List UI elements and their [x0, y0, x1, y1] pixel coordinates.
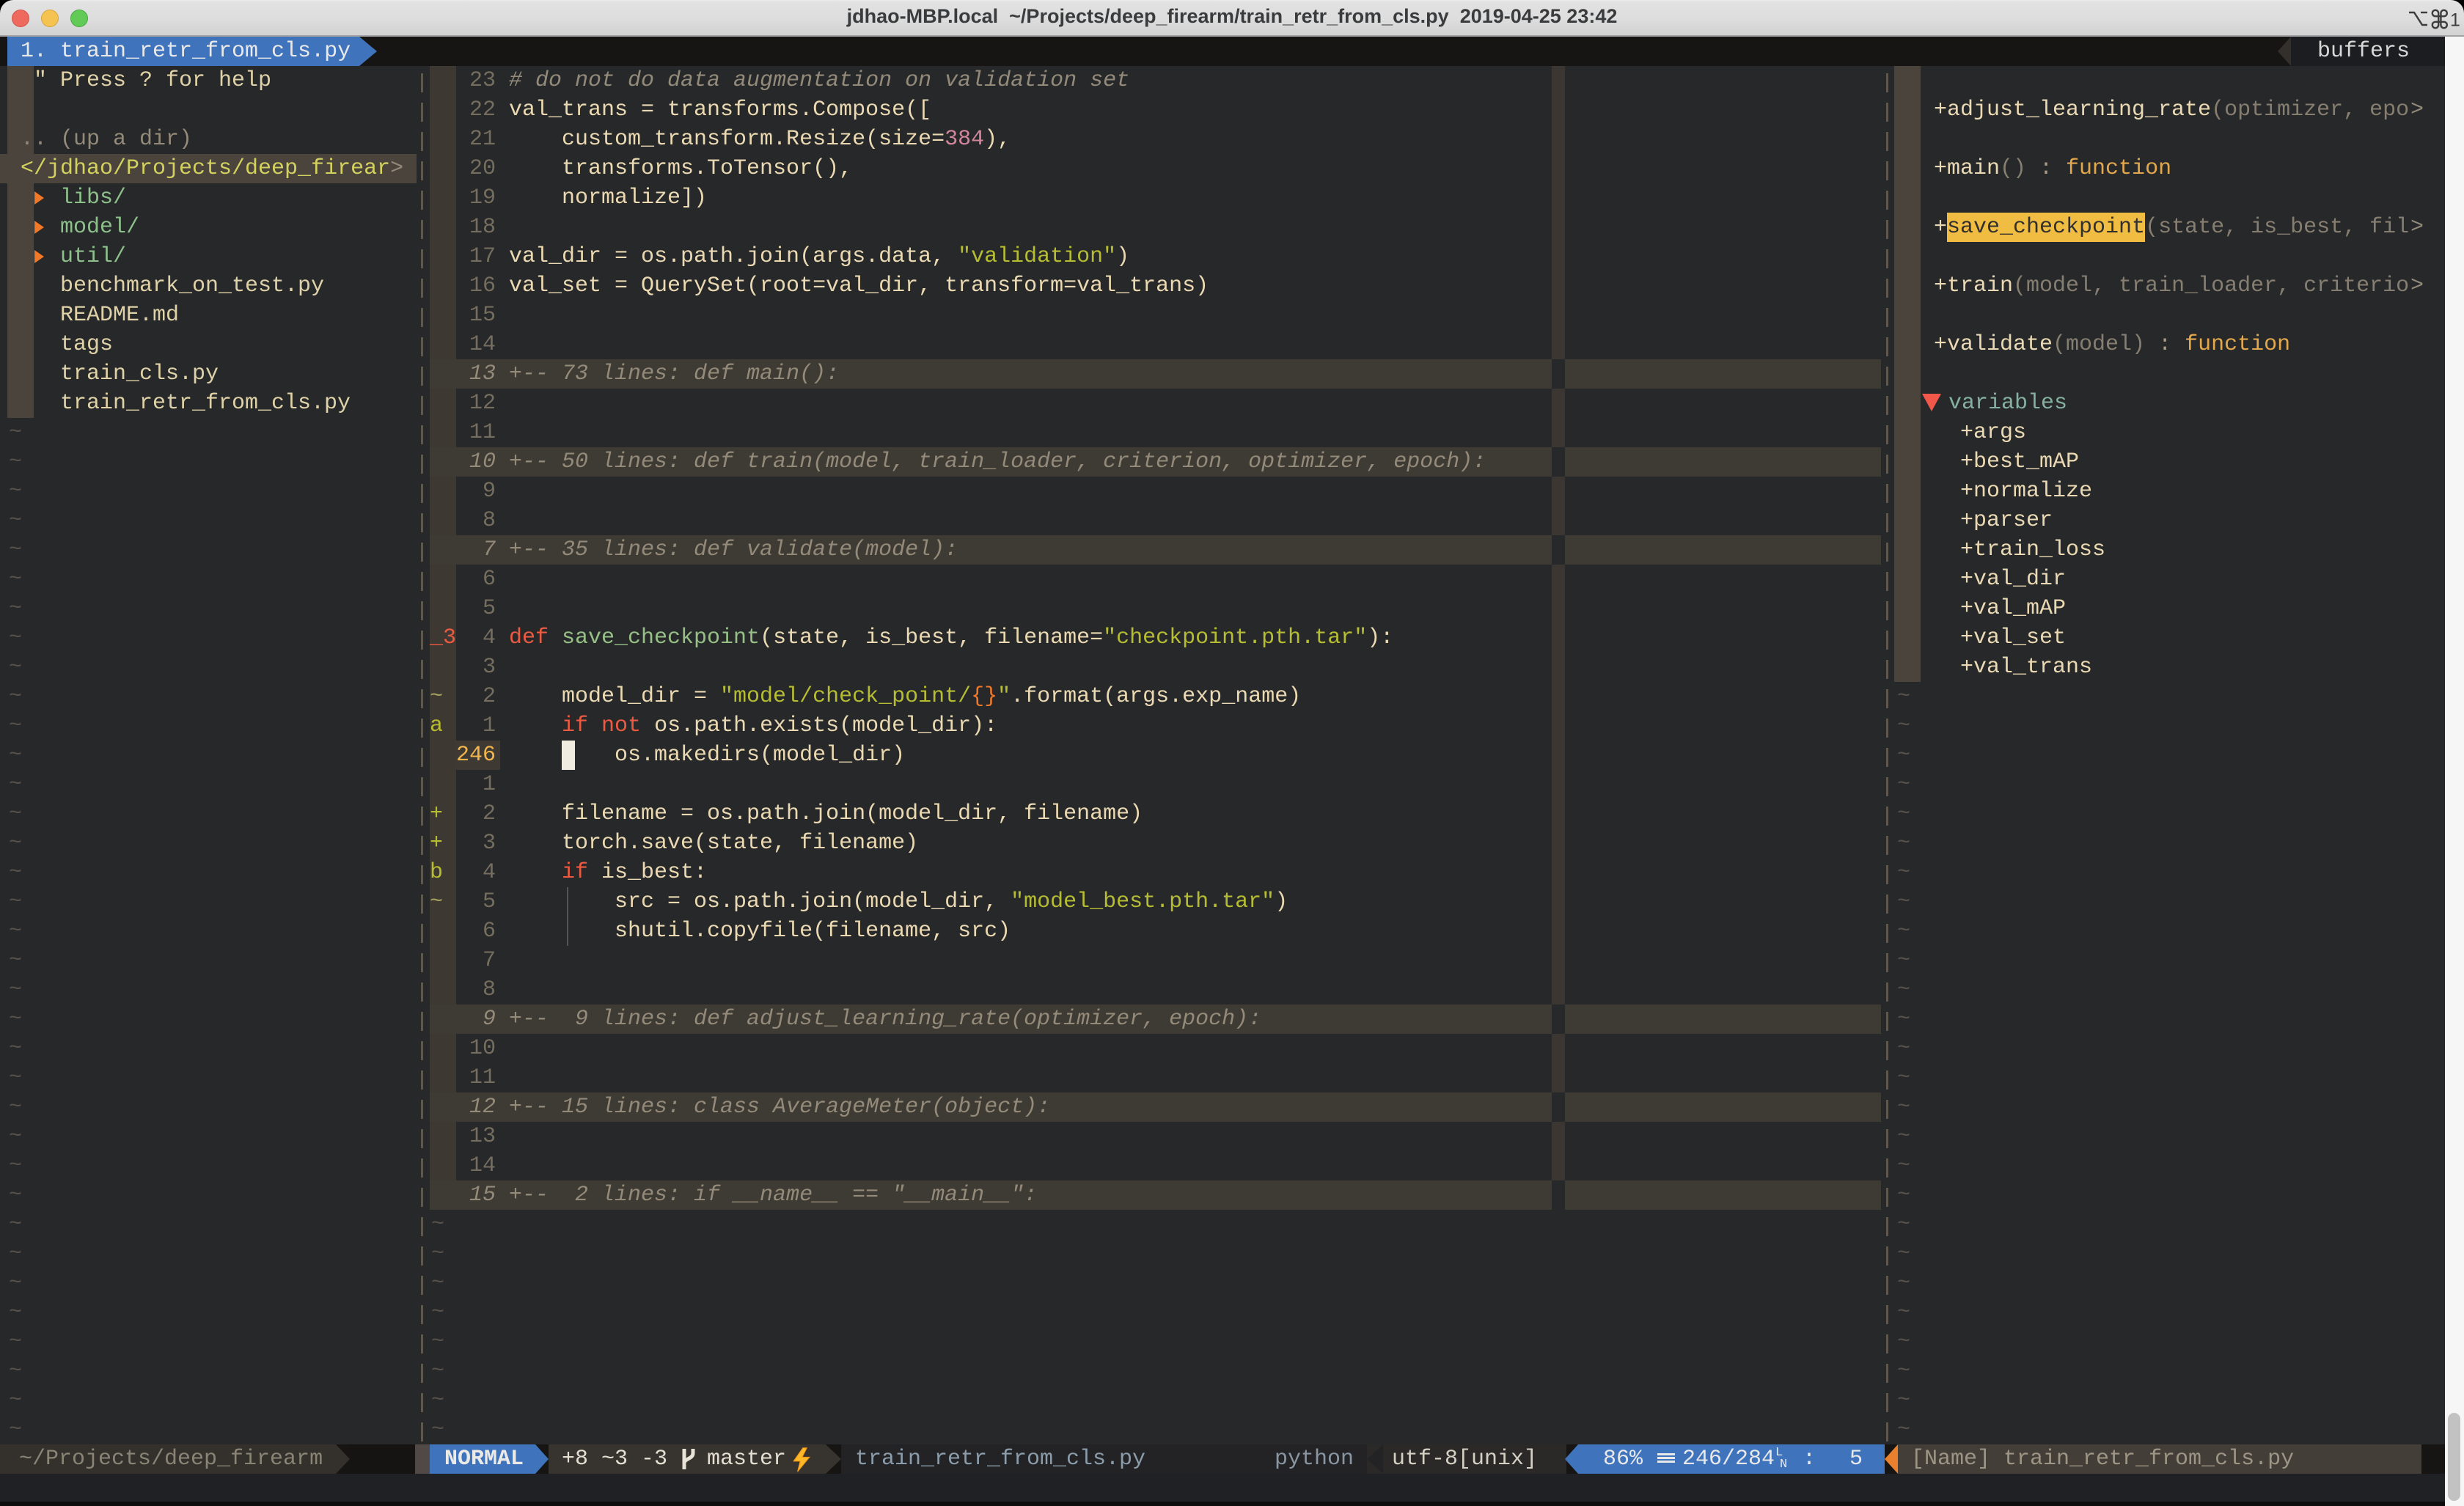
svg-text:1: 1 [2450, 10, 2460, 30]
